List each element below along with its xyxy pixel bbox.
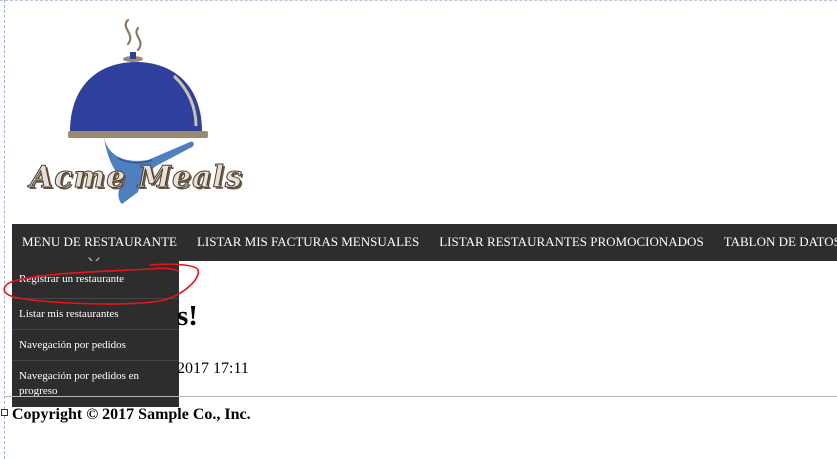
nav-listar-restaurantes-promocionados[interactable]: LISTAR RESTAURANTES PROMOCIONADOS <box>429 224 713 261</box>
cloche-icon <box>70 62 202 132</box>
main-nav-bar: MENU DE RESTAURANTE LISTAR MIS FACTURAS … <box>12 224 837 261</box>
menu-item-navegacion-pedidos[interactable]: Navegación por pedidos <box>12 330 179 361</box>
copyright-text: Copyright © 2017 Sample Co., Inc. <box>12 406 251 423</box>
editor-guide-left <box>4 0 5 459</box>
restaurant-menu-dropdown: Registrar un restaurante Listar mis rest… <box>12 261 179 407</box>
nav-listar-facturas[interactable]: LISTAR MIS FACTURAS MENSUALES <box>187 224 429 261</box>
welcome-heading: s! <box>177 300 198 332</box>
menu-item-navegacion-pedidos-progreso[interactable]: Navegación por pedidos en progreso <box>12 361 179 407</box>
logo-text: Acme Meals <box>30 160 243 196</box>
resize-handle[interactable] <box>1 409 8 416</box>
current-datetime: 2017 17:11 <box>177 360 249 377</box>
nav-menu-de-restaurante[interactable]: MENU DE RESTAURANTE <box>12 224 187 261</box>
editor-guide-top <box>0 0 837 1</box>
steam-icon <box>124 18 142 52</box>
nav-tablon-de-datos[interactable]: TABLON DE DATOS <box>714 224 837 261</box>
footer-divider <box>5 396 837 397</box>
menu-item-listar-mis-restaurantes[interactable]: Listar mis restaurantes <box>12 299 179 330</box>
menu-item-registrar-restaurante[interactable]: Registrar un restaurante <box>12 261 179 299</box>
